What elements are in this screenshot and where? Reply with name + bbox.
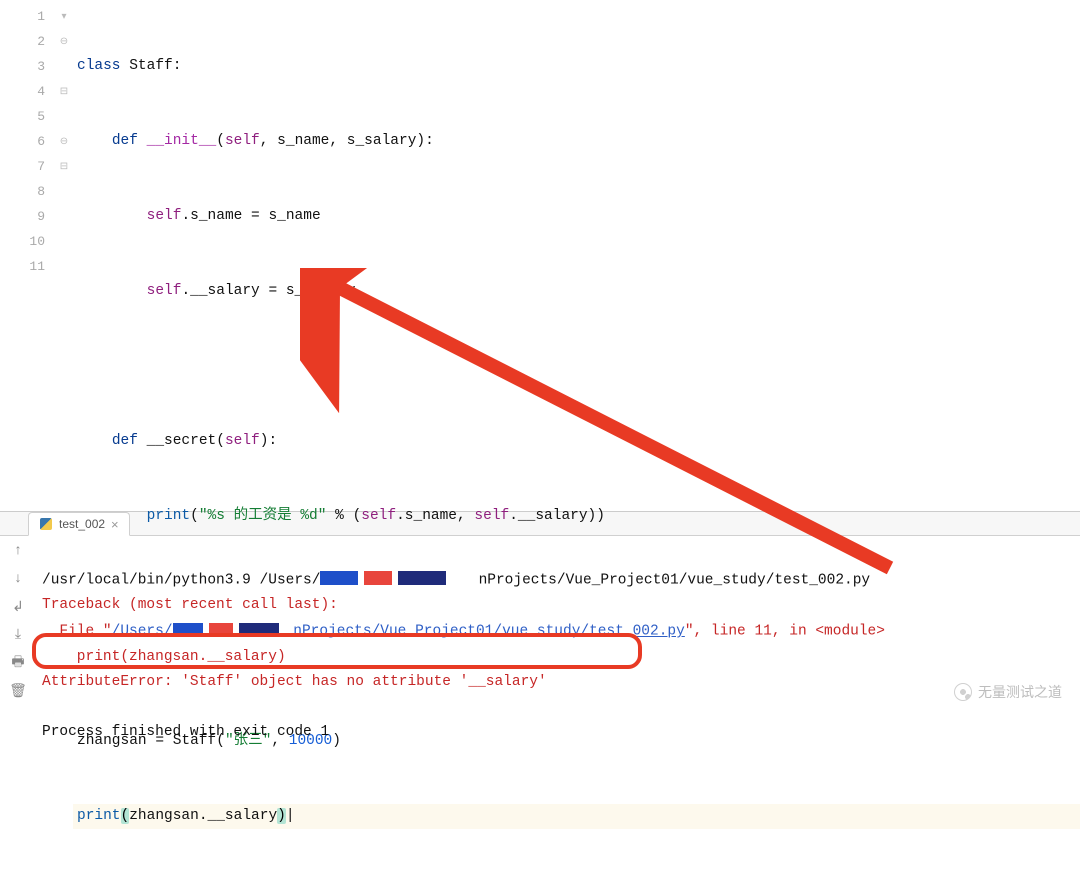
fold-icon[interactable]: ⊖ (55, 129, 73, 154)
redacted-icon (320, 567, 452, 592)
scroll-to-end-icon[interactable]: ⤓ (7, 624, 29, 646)
soft-wrap-icon[interactable]: ↲ (7, 596, 29, 618)
watermark: 无量测试之道 (954, 682, 1062, 702)
line-number: 5 (0, 104, 55, 129)
traceback-line: Traceback (most recent call last): (42, 597, 338, 613)
line-number: 9 (0, 204, 55, 229)
line-number: 6 (0, 129, 55, 154)
file-link[interactable]: /Users/ (112, 624, 173, 640)
line-number: 2 (0, 29, 55, 54)
dunder: __init__ (147, 133, 217, 149)
console-line: /usr/local/bin/python3.9 /Users/ (42, 572, 320, 588)
string: "%s 的工资是 %d" (199, 508, 327, 524)
console-output[interactable]: /usr/local/bin/python3.9 /Users/ nProjec… (36, 536, 1080, 801)
exit-line: Process finished with exit code 1 (42, 724, 329, 740)
keyword: def (112, 433, 138, 449)
self-ref: self (225, 433, 260, 449)
keyword: def (112, 133, 138, 149)
self-ref: self (474, 508, 509, 524)
line-number: 3 (0, 54, 55, 79)
scroll-up-icon[interactable]: ↑ (7, 540, 29, 562)
cursor: | (286, 808, 295, 824)
redacted-icon (173, 618, 285, 643)
line-number: 11 (0, 254, 55, 279)
line-number: 1 (0, 4, 55, 29)
matched-paren: ( (121, 808, 130, 824)
code-editor[interactable]: 1 2 3 4 5 6 7 8 9 10 11 ▾ ⊖ ⊟ ⊖ ⊟ class … (0, 0, 1080, 512)
error-line: AttributeError: 'Staff' object has no at… (42, 674, 547, 690)
print-icon[interactable]: 🖶 (7, 652, 29, 674)
traceback-line: print(zhangsan.__salary) (42, 649, 286, 665)
run-tool-window: test_002 × ↑ ↓ ↲ ⤓ 🖶 🗑 /usr/local/bin/py… (0, 512, 1080, 744)
watermark-text: 无量测试之道 (978, 682, 1062, 702)
trash-icon[interactable]: 🗑 (7, 680, 29, 702)
fold-icon[interactable]: ▾ (55, 4, 73, 29)
line-number-gutter: 1 2 3 4 5 6 7 8 9 10 11 (0, 0, 55, 511)
keyword: class (77, 58, 121, 74)
matched-paren: ) (277, 808, 286, 824)
fold-end-icon: ⊟ (55, 79, 73, 104)
self-ref: self (147, 283, 182, 299)
console-toolbar: ↑ ↓ ↲ ⤓ 🖶 🗑 (0, 536, 36, 801)
python-icon (39, 517, 53, 531)
line-number: 4 (0, 79, 55, 104)
line-number: 8 (0, 179, 55, 204)
scroll-down-icon[interactable]: ↓ (7, 568, 29, 590)
self-ref: self (147, 208, 182, 224)
line-number: 7 (0, 154, 55, 179)
fold-gutter: ▾ ⊖ ⊟ ⊖ ⊟ (55, 0, 73, 511)
fold-end-icon: ⊟ (55, 154, 73, 179)
code-content[interactable]: class Staff: def __init__(self, s_name, … (73, 0, 1080, 511)
line-number: 10 (0, 229, 55, 254)
self-ref: self (225, 133, 260, 149)
builtin: print (147, 508, 191, 524)
builtin: print (77, 808, 121, 824)
wechat-icon (954, 683, 972, 701)
file-link[interactable]: nProjects/Vue_Project01/vue_study/test_0… (293, 624, 685, 640)
self-ref: self (361, 508, 396, 524)
fold-icon[interactable]: ⊖ (55, 29, 73, 54)
